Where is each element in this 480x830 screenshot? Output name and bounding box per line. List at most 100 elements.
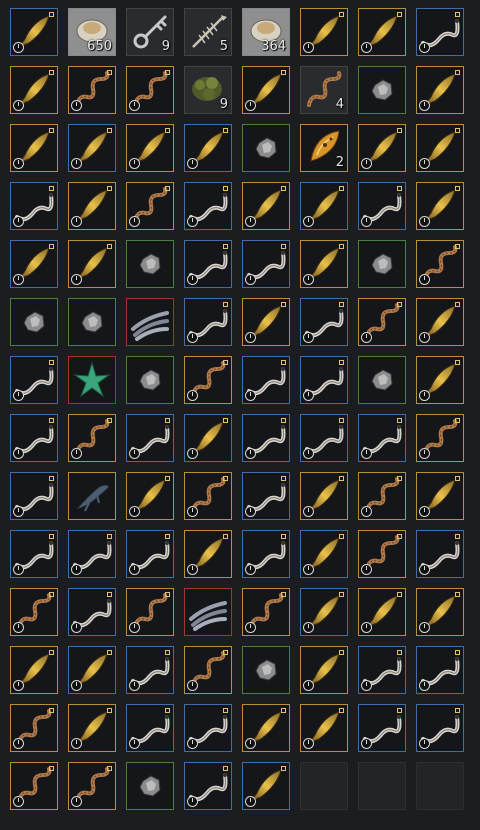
inventory-slot-lizardfish[interactable] — [68, 472, 116, 520]
inventory-slot-eel[interactable] — [358, 646, 406, 694]
inventory-slot-worm[interactable] — [184, 646, 232, 694]
inventory-slot-pearl[interactable]: 364 — [242, 8, 290, 56]
inventory-slot-worm[interactable] — [184, 356, 232, 404]
inventory-slot-eel[interactable] — [68, 530, 116, 578]
inventory-slot-worm[interactable] — [68, 66, 116, 114]
inventory-slot-eel[interactable] — [416, 530, 464, 578]
inventory-slot-fish[interactable] — [10, 240, 58, 288]
inventory-slot-worm[interactable] — [358, 472, 406, 520]
inventory-slot-worm[interactable] — [126, 588, 174, 636]
inventory-slot-eel[interactable] — [242, 356, 290, 404]
inventory-slot-eel[interactable] — [184, 298, 232, 346]
inventory-slot-starfish[interactable] — [68, 356, 116, 404]
inventory-slot-ore[interactable] — [242, 124, 290, 172]
inventory-slot-eel[interactable] — [358, 182, 406, 230]
inventory-slot-fish[interactable] — [242, 298, 290, 346]
inventory-slot-eel[interactable] — [416, 704, 464, 752]
inventory-slot-worm[interactable] — [126, 66, 174, 114]
inventory-slot-worm[interactable] — [10, 704, 58, 752]
inventory-slot-fish[interactable] — [68, 646, 116, 694]
inventory-slot-eel[interactable] — [242, 240, 290, 288]
inventory-slot-eel[interactable] — [10, 472, 58, 520]
inventory-slot-fish[interactable] — [10, 124, 58, 172]
inventory-slot-fish[interactable] — [68, 124, 116, 172]
inventory-slot-ore[interactable] — [358, 66, 406, 114]
inventory-slot-fish[interactable] — [68, 182, 116, 230]
inventory-slot-worm[interactable] — [358, 298, 406, 346]
inventory-slot-eel[interactable] — [416, 646, 464, 694]
inventory-slot-fish[interactable] — [300, 646, 348, 694]
inventory-slot-eel[interactable] — [10, 530, 58, 578]
inventory-slot-fish[interactable] — [300, 588, 348, 636]
inventory-slot-worm[interactable] — [184, 472, 232, 520]
inventory-slot-fish[interactable] — [126, 124, 174, 172]
inventory-slot-ore[interactable] — [10, 298, 58, 346]
inventory-slot-worm[interactable] — [68, 414, 116, 462]
inventory-slot-ore[interactable] — [68, 298, 116, 346]
inventory-slot-fish[interactable] — [300, 8, 348, 56]
inventory-slot-herb[interactable]: 9 — [184, 66, 232, 114]
inventory-slot-fish[interactable] — [358, 124, 406, 172]
inventory-slot-fish[interactable] — [184, 530, 232, 578]
inventory-slot-eel[interactable] — [300, 356, 348, 404]
inventory-slot-ore[interactable] — [126, 762, 174, 810]
inventory-slot-eel[interactable] — [300, 298, 348, 346]
inventory-slot-fish[interactable] — [300, 530, 348, 578]
inventory-slot-eel[interactable] — [10, 414, 58, 462]
inventory-slot-fish[interactable] — [416, 66, 464, 114]
inventory-slot-fish[interactable] — [416, 588, 464, 636]
inventory-slot-fish[interactable] — [242, 762, 290, 810]
inventory-slot-fish[interactable] — [416, 182, 464, 230]
inventory-slot-fish[interactable] — [10, 8, 58, 56]
inventory-slot-worm[interactable] — [68, 762, 116, 810]
inventory-slot-eel[interactable] — [184, 704, 232, 752]
inventory-slot-eel[interactable] — [358, 414, 406, 462]
inventory-slot-eel[interactable] — [184, 182, 232, 230]
inventory-slot-worm[interactable] — [126, 182, 174, 230]
inventory-slot-eel[interactable] — [10, 356, 58, 404]
inventory-slot-eel[interactable] — [10, 182, 58, 230]
inventory-slot-ore[interactable] — [358, 356, 406, 404]
inventory-slot-fish[interactable] — [416, 356, 464, 404]
inventory-slot-eel[interactable] — [184, 240, 232, 288]
inventory-slot-fish[interactable] — [416, 298, 464, 346]
inventory-slot-worm[interactable] — [416, 414, 464, 462]
inventory-slot-fish[interactable] — [126, 472, 174, 520]
inventory-slot-butterfly[interactable]: 2 — [300, 124, 348, 172]
inventory-slot-fish[interactable] — [358, 588, 406, 636]
inventory-slot-worm[interactable] — [10, 588, 58, 636]
inventory-slot-fish[interactable] — [184, 124, 232, 172]
inventory-slot-ore[interactable] — [126, 356, 174, 404]
inventory-slot-eel[interactable] — [242, 472, 290, 520]
inventory-slot-pearl[interactable]: 650 — [68, 8, 116, 56]
inventory-slot-empty[interactable] — [358, 762, 406, 810]
inventory-slot-empty[interactable] — [416, 762, 464, 810]
inventory-slot-fish[interactable] — [242, 704, 290, 752]
inventory-slot-fish[interactable] — [68, 240, 116, 288]
inventory-slot-fish[interactable] — [300, 240, 348, 288]
inventory-slot-eel[interactable] — [242, 414, 290, 462]
inventory-slot-worm[interactable] — [242, 588, 290, 636]
inventory-slot-fish[interactable] — [242, 66, 290, 114]
inventory-slot-ore[interactable] — [126, 240, 174, 288]
inventory-slot-fish[interactable] — [358, 8, 406, 56]
inventory-slot-ore[interactable] — [242, 646, 290, 694]
inventory-slot-ore[interactable] — [358, 240, 406, 288]
inventory-slot-eel[interactable] — [416, 8, 464, 56]
inventory-slot-worm[interactable] — [416, 240, 464, 288]
inventory-slot-fish[interactable] — [300, 182, 348, 230]
inventory-slot-worm[interactable]: 4 — [300, 66, 348, 114]
inventory-slot-eel[interactable] — [126, 530, 174, 578]
inventory-slot-fish[interactable] — [10, 646, 58, 694]
inventory-slot-fish[interactable] — [68, 704, 116, 752]
inventory-slot-eel[interactable] — [126, 414, 174, 462]
inventory-slot-eel[interactable] — [126, 704, 174, 752]
inventory-slot-fish[interactable] — [416, 472, 464, 520]
inventory-slot-bones[interactable]: 5 — [184, 8, 232, 56]
inventory-slot-fish[interactable] — [300, 472, 348, 520]
inventory-slot-eel[interactable] — [358, 704, 406, 752]
inventory-slot-fishbundle[interactable] — [184, 588, 232, 636]
inventory-slot-eel[interactable] — [300, 414, 348, 462]
inventory-slot-fish[interactable] — [416, 124, 464, 172]
inventory-slot-key[interactable]: 9 — [126, 8, 174, 56]
